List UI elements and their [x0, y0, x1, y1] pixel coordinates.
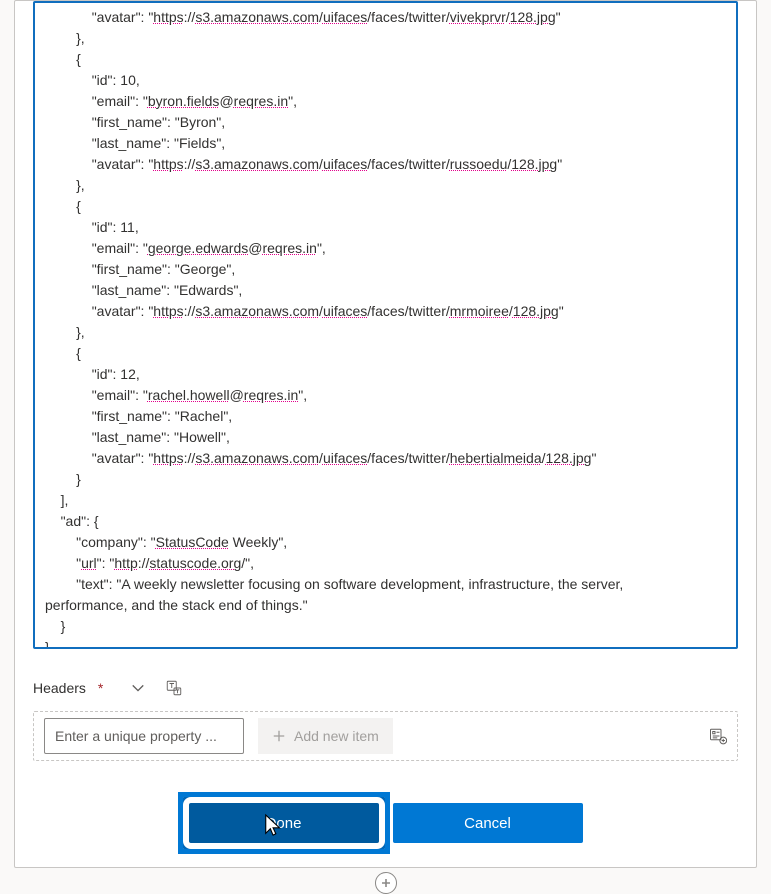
done-button-label: Done [266, 815, 302, 832]
dynamic-content-icon[interactable] [709, 727, 727, 745]
add-step-button[interactable] [375, 872, 397, 894]
chevron-down-icon[interactable] [131, 681, 145, 695]
cancel-button-label: Cancel [464, 815, 511, 832]
body-textarea[interactable]: "avatar": "https://s3.amazonaws.com/uifa… [33, 1, 738, 649]
footer-buttons: Done Cancel [33, 803, 738, 843]
required-mark: * [98, 680, 103, 696]
plus-icon [381, 878, 391, 888]
header-key-input[interactable] [44, 718, 244, 754]
headers-label: Headers [33, 680, 86, 696]
headers-section-header: Headers * [33, 679, 738, 697]
action-card: "avatar": "https://s3.amazonaws.com/uifa… [14, 0, 757, 868]
headers-row: Add new item [33, 711, 738, 761]
done-button[interactable]: Done [189, 803, 379, 843]
add-new-item-label: Add new item [294, 728, 379, 744]
add-new-item-button[interactable]: Add new item [258, 718, 393, 754]
plus-icon [272, 729, 286, 743]
text-mode-icon[interactable] [165, 679, 183, 697]
cancel-button[interactable]: Cancel [393, 803, 583, 843]
